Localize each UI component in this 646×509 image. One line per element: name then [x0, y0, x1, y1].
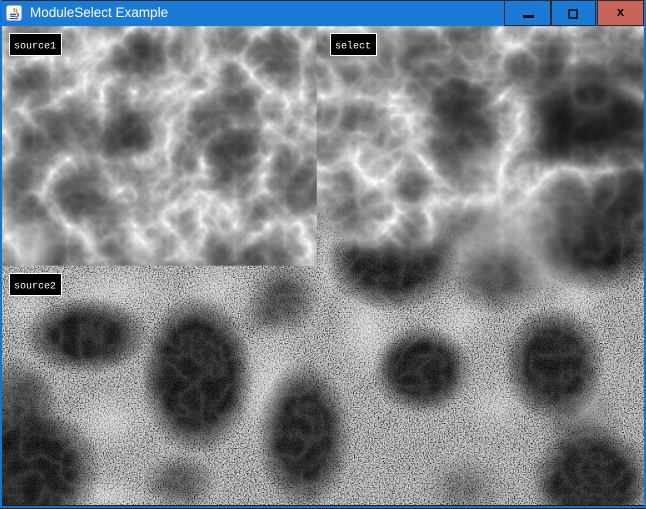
svg-text:source1: source1 [14, 41, 56, 51]
svg-text:select: select [335, 40, 371, 51]
svg-text:source2: source2 [14, 281, 56, 291]
